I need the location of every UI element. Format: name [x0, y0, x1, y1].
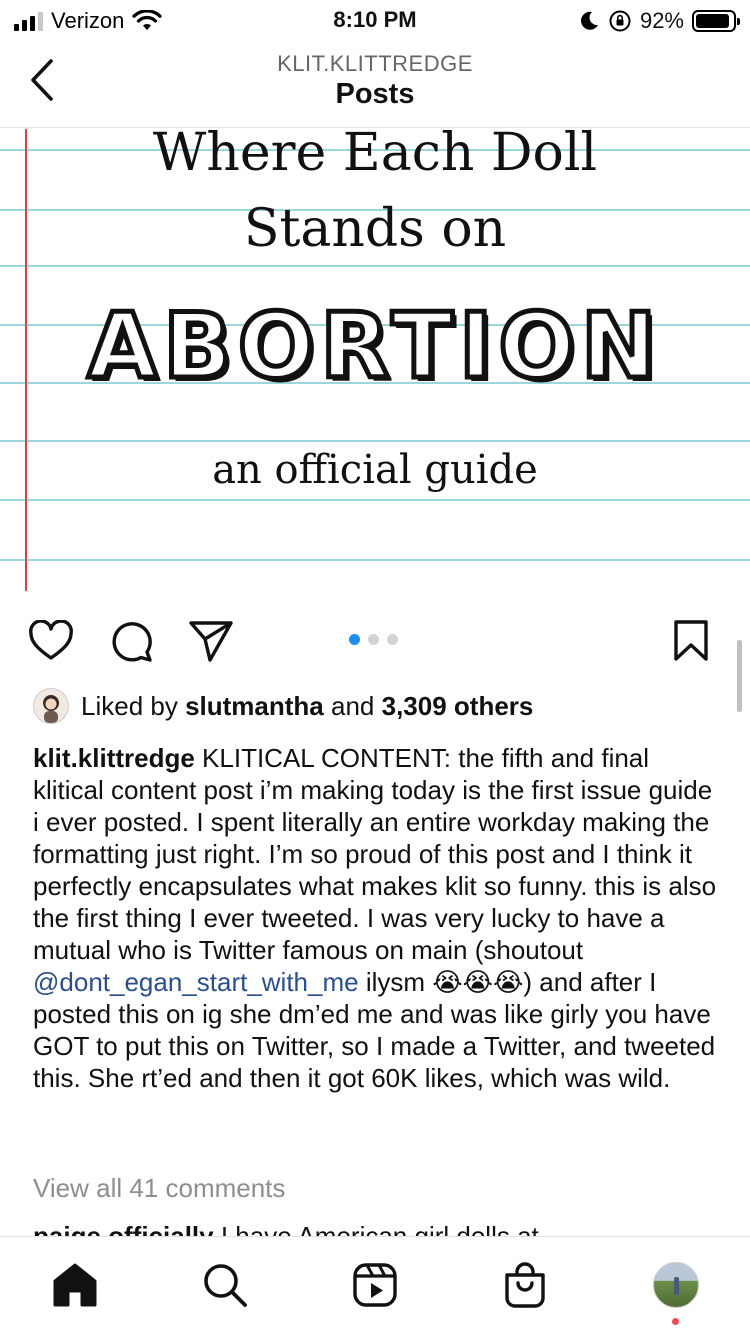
carousel-dot: [387, 634, 398, 645]
nav-header: KLIT.KLITTREDGE Posts: [0, 40, 750, 128]
image-subtitle: an official guide: [212, 447, 538, 493]
header-username[interactable]: KLIT.KLITTREDGE: [0, 51, 750, 77]
orientation-lock-icon: [609, 10, 631, 32]
image-headline: ABORTION: [85, 292, 663, 402]
likes-others-count[interactable]: 3,309 others: [382, 691, 534, 721]
heart-icon: [29, 620, 73, 660]
ruled-line: [0, 265, 750, 267]
tab-search[interactable]: [199, 1259, 251, 1311]
carousel-dot: [368, 634, 379, 645]
profile-avatar: [653, 1262, 699, 1308]
shopping-bag-icon: [505, 1262, 545, 1308]
reels-icon: [353, 1263, 397, 1307]
image-title-line-1: Where Each Doll: [152, 129, 598, 183]
moon-icon: [581, 11, 598, 30]
bookmark-icon: [674, 620, 708, 661]
battery-icon: [692, 10, 740, 32]
post-image[interactable]: Where Each Doll Stands on ABORTION an of…: [0, 129, 750, 591]
carousel-indicator: [349, 634, 398, 645]
likes-text: Liked by slutmantha and 3,309 others: [81, 691, 533, 722]
carousel-dot: [349, 634, 360, 645]
tab-shop[interactable]: [499, 1259, 551, 1311]
bottom-tab-bar: [0, 1236, 750, 1334]
tab-profile[interactable]: [650, 1259, 702, 1311]
likes-joiner: and: [331, 690, 375, 721]
liked-by-label: Liked by: [81, 690, 178, 721]
post-caption: klit.klittredge KLITICAL CONTENT: the fi…: [33, 742, 723, 1094]
caption-text: KLITICAL CONTENT: the fifth and final kl…: [33, 743, 717, 965]
paper-plane-icon: [189, 621, 233, 662]
ruled-line: [0, 440, 750, 442]
liker-username[interactable]: slutmantha: [185, 691, 324, 721]
caption-mention[interactable]: @dont_egan_start_with_me: [33, 967, 359, 997]
share-button[interactable]: [188, 618, 234, 664]
caption-username[interactable]: klit.klittredge: [33, 743, 195, 773]
comment-bubble-icon: [112, 622, 152, 662]
scrollbar[interactable]: [737, 640, 742, 712]
doll-avatar-icon: [43, 695, 59, 723]
like-button[interactable]: [28, 618, 74, 664]
notification-dot: [672, 1318, 679, 1325]
tab-home[interactable]: [49, 1259, 101, 1311]
liker-avatar[interactable]: [33, 688, 69, 724]
comment-button[interactable]: [109, 618, 155, 664]
view-all-comments-link[interactable]: View all 41 comments: [33, 1173, 285, 1204]
battery-fill: [696, 14, 730, 28]
post-actions: [0, 606, 750, 676]
battery-percentage: 92%: [639, 8, 684, 33]
save-button[interactable]: [668, 618, 714, 664]
system-status-group: 92%: [578, 8, 740, 34]
status-bar: Verizon 8:10 PM 92%: [0, 0, 750, 40]
image-title-line-2: Stands on: [243, 199, 507, 259]
likes-row[interactable]: Liked by slutmantha and 3,309 others: [33, 688, 533, 724]
home-icon: [53, 1263, 97, 1307]
search-icon: [204, 1264, 247, 1307]
ruled-line: [0, 559, 750, 561]
tab-reels[interactable]: [349, 1259, 401, 1311]
page-title: Posts: [335, 78, 415, 110]
ruled-line: [0, 499, 750, 501]
